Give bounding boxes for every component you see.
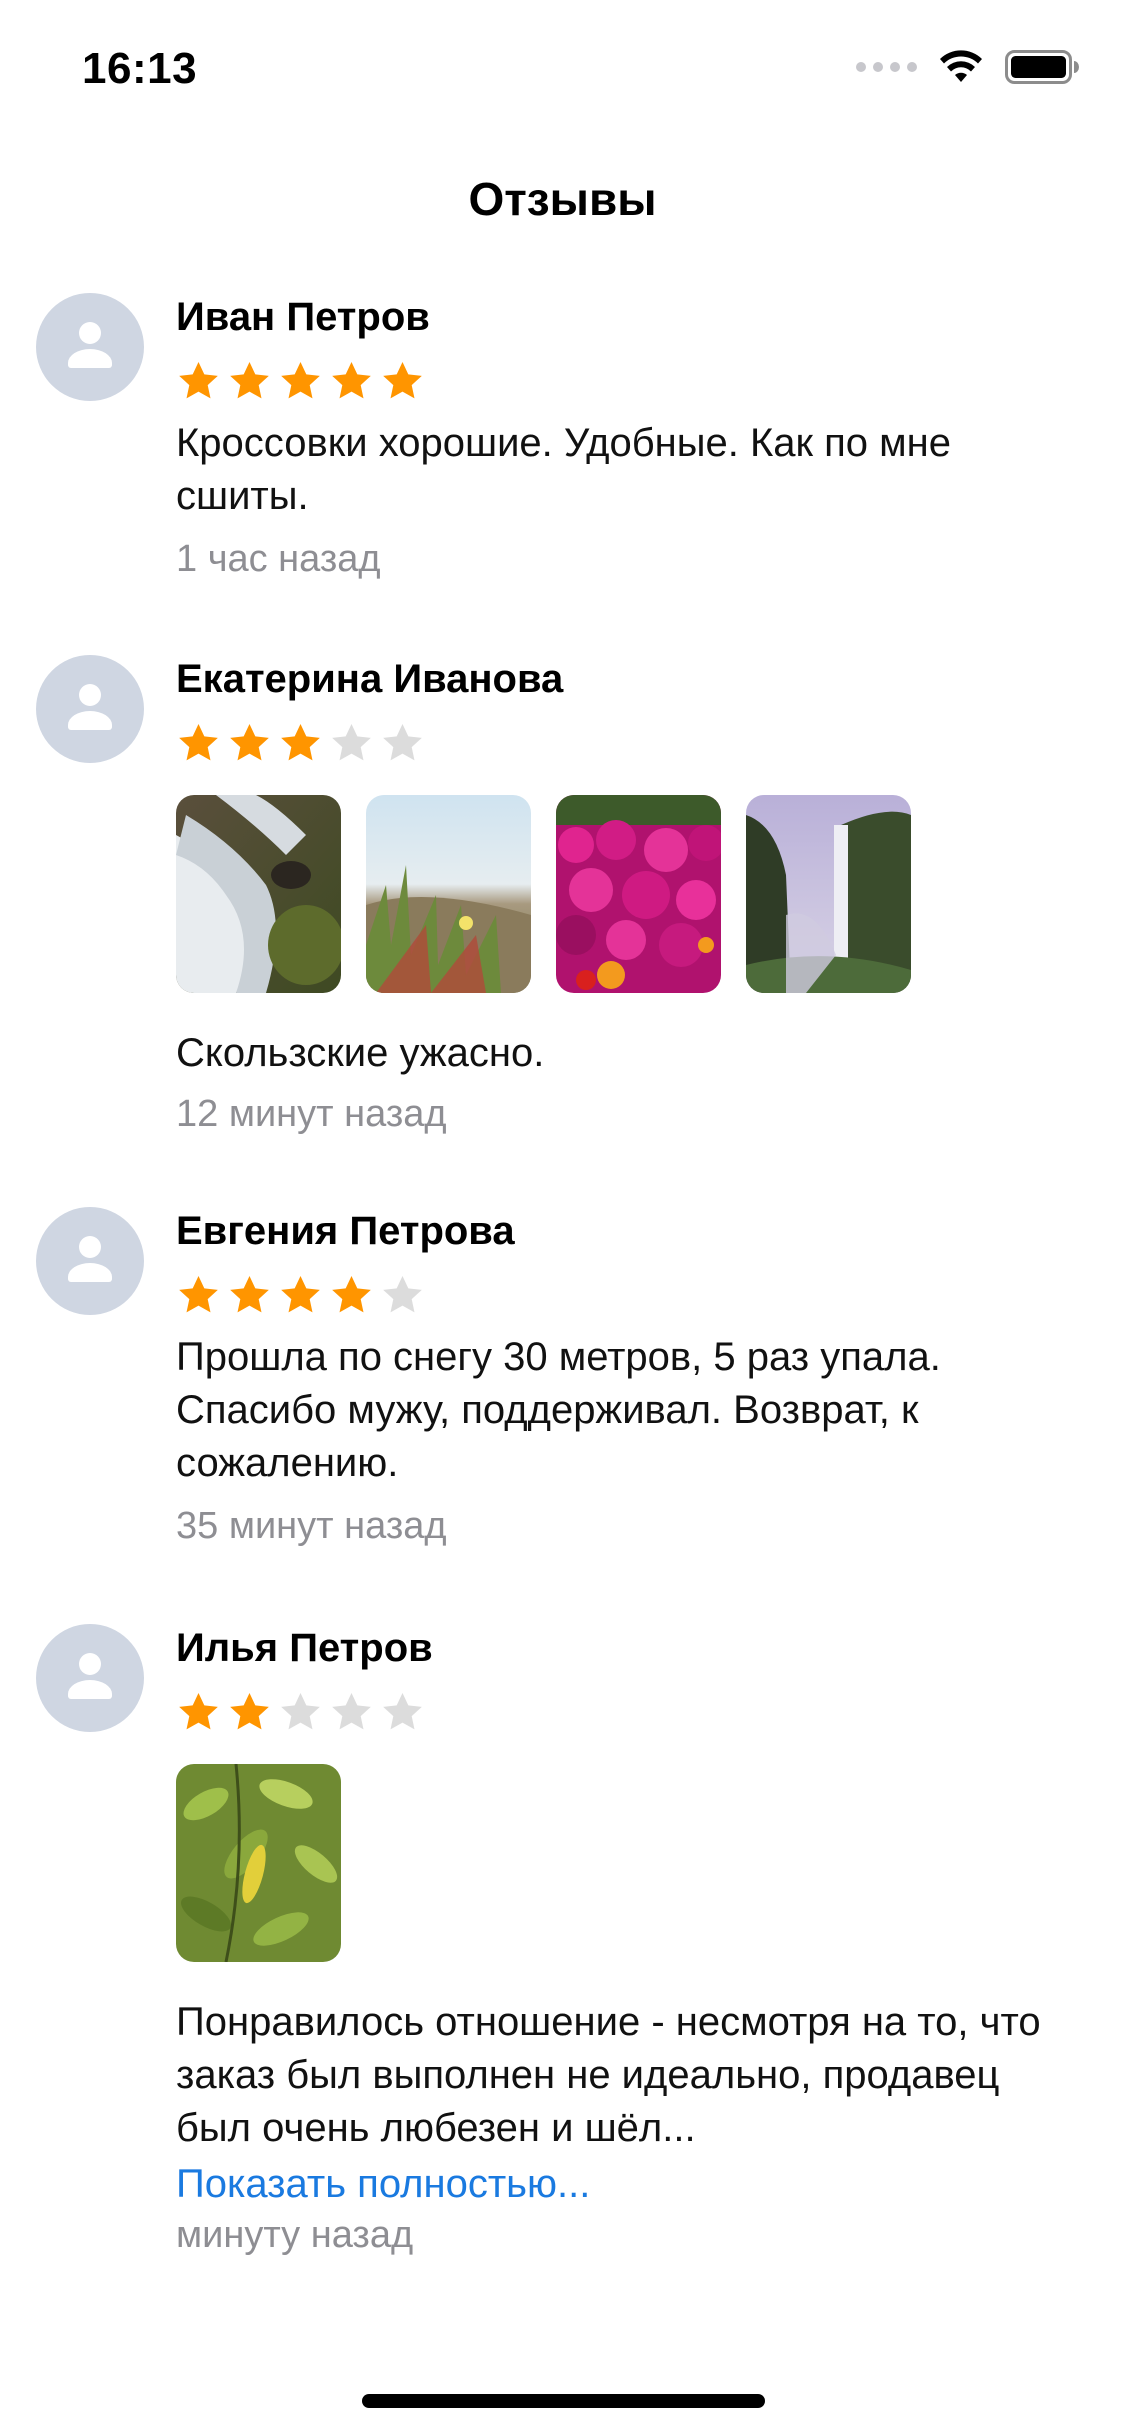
review-author: Евгения Петрова [176, 1209, 515, 1253]
review-text: Кроссовки хорошие. Удобные. Как по мне с… [176, 421, 951, 518]
review-author: Екатерина Иванова [176, 657, 564, 701]
avatar [36, 1207, 144, 1315]
rating-stars [176, 359, 1085, 409]
reviews-screen: 16:13 Отзывы Иван Петров Кроссовки хорош… [0, 0, 1125, 2436]
rating-stars [176, 1690, 1085, 1740]
status-bar: 16:13 [0, 0, 1125, 132]
home-indicator[interactable] [362, 2394, 765, 2408]
star-empty-icon [380, 1690, 425, 1735]
battery-icon [1005, 50, 1079, 84]
star-empty-icon [380, 1273, 425, 1318]
avatar [36, 293, 144, 401]
review-photo-pink-flowers[interactable] [556, 795, 721, 993]
review-photos [176, 795, 1085, 995]
star-filled-icon [176, 1273, 221, 1318]
review-author: Иван Петров [176, 295, 430, 339]
status-icons [856, 50, 1079, 84]
avatar [36, 1624, 144, 1732]
status-time: 16:13 [82, 44, 198, 93]
review-author: Илья Петров [176, 1626, 433, 1670]
review-photo-waterfall-cliff[interactable] [746, 795, 911, 993]
page-title: Отзывы [468, 173, 657, 225]
star-empty-icon [278, 1690, 323, 1735]
avatar [36, 655, 144, 763]
person-icon [36, 293, 144, 401]
star-filled-icon [278, 721, 323, 766]
star-filled-icon [176, 359, 221, 404]
star-filled-icon [176, 1690, 221, 1735]
star-filled-icon [329, 359, 374, 404]
show-more-link[interactable]: Показать полностью... [176, 2159, 1085, 2209]
cellular-signal-icon [856, 62, 917, 72]
star-filled-icon [227, 1273, 272, 1318]
star-filled-icon [227, 1690, 272, 1735]
star-filled-icon [176, 721, 221, 766]
person-icon [36, 1624, 144, 1732]
wifi-icon [940, 50, 982, 82]
review-time: 1 час назад [176, 538, 381, 580]
review-time: минуту назад [176, 2214, 414, 2256]
review-time: 12 минут назад [176, 1093, 447, 1135]
review-photo-waterfall-rocks[interactable] [176, 795, 341, 993]
review-text: Прошла по снегу 30 метров, 5 раз упала. … [176, 1335, 941, 1485]
star-filled-icon [227, 721, 272, 766]
star-empty-icon [380, 721, 425, 766]
review-time: 35 минут назад [176, 1505, 447, 1547]
review-photos [176, 1764, 1085, 1964]
star-empty-icon [329, 1690, 374, 1735]
star-filled-icon [278, 1273, 323, 1318]
star-filled-icon [380, 359, 425, 404]
rating-stars [176, 1273, 1085, 1323]
star-filled-icon [227, 359, 272, 404]
review-photo-green-leaves[interactable] [176, 1764, 341, 1962]
person-icon [36, 1207, 144, 1315]
review-photo-grass-dunes[interactable] [366, 795, 531, 993]
review-text: Скользские ужасно. [176, 1031, 545, 1075]
star-empty-icon [329, 721, 374, 766]
person-icon [36, 655, 144, 763]
star-filled-icon [278, 359, 323, 404]
rating-stars [176, 721, 1085, 771]
star-filled-icon [329, 1273, 374, 1318]
review-text: Понравилось отношение - несмотря на то, … [176, 2000, 1041, 2150]
